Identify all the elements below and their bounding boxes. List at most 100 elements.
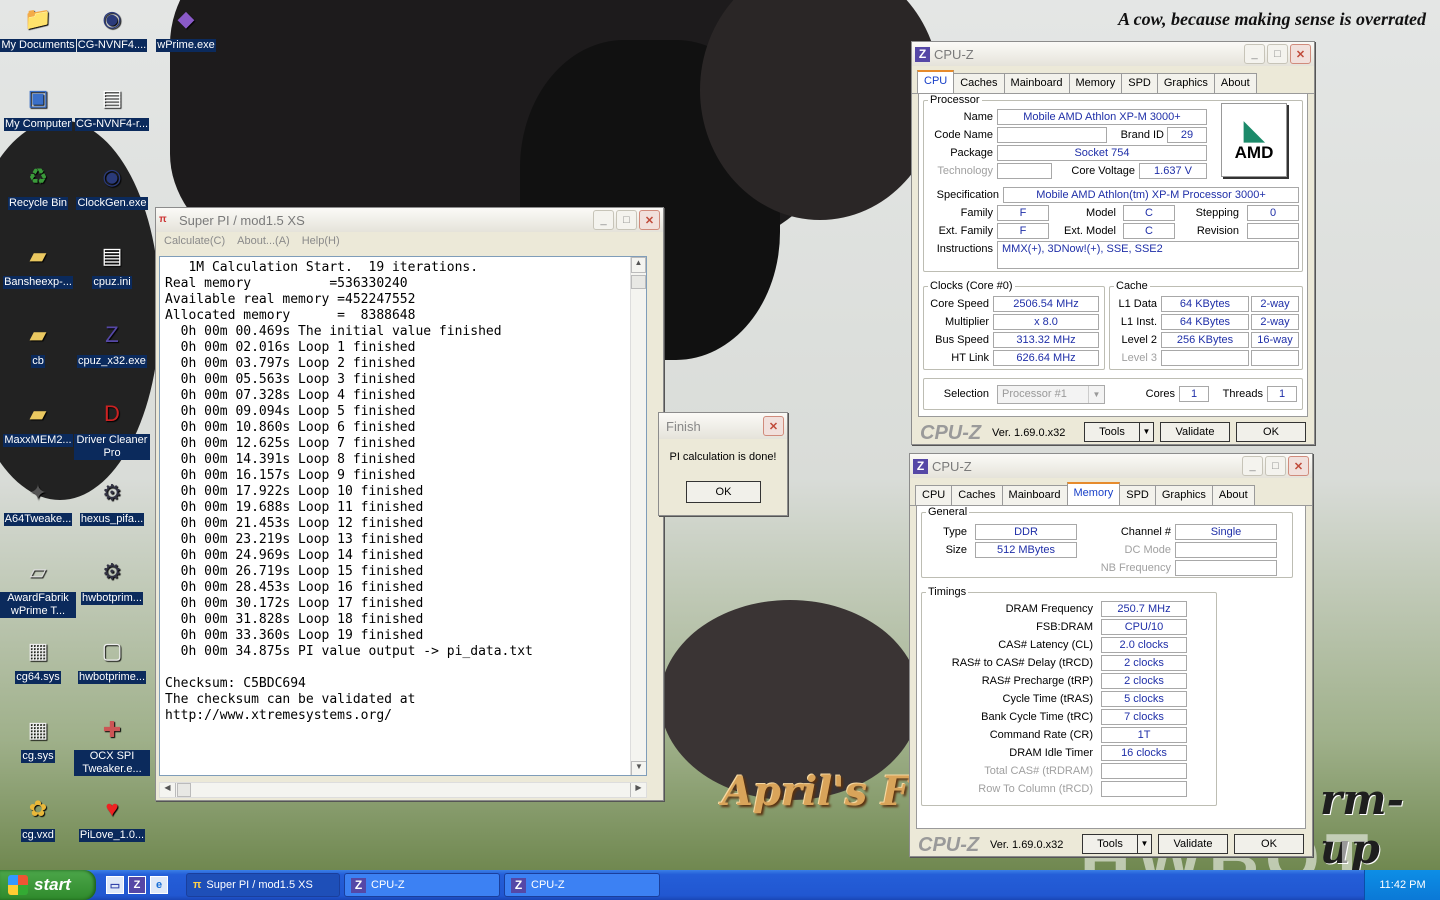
cpuz-cpu-titlebar[interactable]: Z CPU-Z _ □ ✕ [912, 42, 1314, 66]
ie-icon[interactable]: e [150, 876, 168, 894]
desktop-icon[interactable]: ✦ A64Tweake... [0, 476, 76, 526]
task-superpi[interactable]: π Super PI / mod1.5 XS [186, 873, 340, 897]
desktop-icon[interactable]: ▰ MaxxMEM2... [0, 397, 76, 447]
validate-button[interactable]: Validate [1160, 422, 1230, 442]
tab-mainboard[interactable]: Mainboard [1001, 485, 1068, 505]
clockgen-icon: ◉ [102, 6, 122, 31]
scroll-left-icon[interactable]: ◀ [160, 783, 176, 797]
tab-graphics[interactable]: Graphics [1156, 73, 1215, 93]
desktop-icon[interactable]: ◉ ClockGen.exe [74, 160, 150, 210]
tools-button[interactable]: Tools ▼ [1084, 422, 1154, 442]
cpuz-memory-window[interactable]: Z CPU-Z _ □ ✕ CPU Caches Mainboard Memor… [909, 453, 1313, 857]
desktop-icon[interactable]: 📁 My Documents [0, 2, 76, 52]
minimize-button[interactable]: _ [593, 210, 614, 230]
minimize-button[interactable]: _ [1244, 44, 1265, 64]
chevron-down-icon[interactable]: ▼ [1088, 386, 1104, 403]
processor-select[interactable]: Processor #1 ▼ [997, 385, 1105, 404]
menu-help[interactable]: Help(H) [302, 235, 340, 247]
tools-button[interactable]: Tools ▼ [1082, 834, 1152, 854]
chevron-down-icon[interactable]: ▼ [1139, 423, 1153, 441]
desktop-icon[interactable]: ⚙ hwbotprim... [74, 555, 150, 605]
tab-memory[interactable]: Memory [1066, 482, 1121, 505]
windows-flag-icon [8, 875, 28, 895]
maximize-button[interactable]: □ [1265, 456, 1286, 476]
desktop-icon[interactable]: D Driver Cleaner Pro [74, 397, 150, 460]
close-button[interactable]: ✕ [639, 210, 660, 230]
minimize-button[interactable]: _ [1242, 456, 1263, 476]
amd-logo-text: AMD [1234, 143, 1274, 162]
clock[interactable]: 11:42 PM [1379, 879, 1425, 891]
close-button[interactable]: ✕ [1290, 44, 1311, 64]
menu-calculate[interactable]: Calculate(C) [164, 235, 225, 247]
scroll-thumb[interactable] [631, 275, 646, 289]
corespeed-label: Core Speed [930, 298, 989, 310]
tab-memory[interactable]: Memory [1068, 73, 1123, 93]
tab-caches[interactable]: Caches [953, 73, 1005, 93]
maximize-button[interactable]: □ [1267, 44, 1288, 64]
tab-mainboard[interactable]: Mainboard [1003, 73, 1070, 93]
desktop-icon[interactable]: ▦ cg.sys [0, 713, 76, 763]
tab-spd[interactable]: SPD [1121, 73, 1158, 93]
tab-about[interactable]: About [1213, 73, 1257, 93]
cpuz-mem-titlebar[interactable]: Z CPU-Z _ □ ✕ [910, 454, 1312, 478]
finish-dialog[interactable]: Finish ✕ PI calculation is done! OK [658, 412, 788, 516]
cpuz-icon[interactable]: Z [128, 876, 146, 894]
tab-cpu[interactable]: CPU [915, 485, 953, 505]
desktop-icon[interactable]: ◆ wPrime.exe [148, 2, 224, 52]
chevron-down-icon[interactable]: ▼ [1137, 835, 1151, 853]
l1i-value: 64 KBytes [1161, 314, 1249, 330]
superpi-window[interactable]: π Super PI / mod1.5 XS _ □ ✕ Calculate(C… [155, 207, 664, 801]
tab-caches[interactable]: Caches [951, 485, 1003, 505]
horizontal-scrollbar[interactable]: ◀ ▶ [159, 782, 647, 798]
desktop-icon[interactable]: ▢ hwbotprime... [74, 634, 150, 684]
desktop-icon[interactable]: Zcpuz_x32.exe [74, 318, 150, 368]
desktop-icon-label: A64Tweake... [3, 513, 73, 526]
desktop-icon-label: CG-NVNF4-r... [74, 118, 150, 131]
desktop-icon[interactable]: ▰ Bansheexp-... [0, 239, 76, 289]
timing-label: RAS# Precharge (tRP) [981, 675, 1093, 687]
cpuz-mem-panel: General Type DDR Size 512 MBytes Channel… [916, 506, 1306, 829]
cpuz-cpu-window[interactable]: Z CPU-Z _ □ ✕ CPU Caches Mainboard Memor… [911, 41, 1315, 445]
maximize-button[interactable]: □ [616, 210, 637, 230]
desktop-icon[interactable]: ✚ OCX SPI Tweaker.e... [74, 713, 150, 776]
menu-about[interactable]: About...(A) [237, 235, 290, 247]
desktop-icon[interactable]: ✿ cg.vxd [0, 792, 76, 842]
desktop-icon[interactable]: ▱ AwardFabrik wPrime T... [0, 555, 76, 618]
text-file-icon: ▤ [101, 85, 123, 110]
show-desktop-icon[interactable]: ▭ [106, 876, 124, 894]
desktop-icon[interactable]: ♥ PiLove_1.0... [74, 792, 150, 842]
hscroll-thumb[interactable] [177, 783, 191, 797]
desktop-icon[interactable]: ⚙ hexus_pifa... [74, 476, 150, 526]
desktop-icon[interactable]: ▦ cg64.sys [0, 634, 76, 684]
task-cpuz-2[interactable]: Z CPU-Z [504, 873, 660, 897]
tab-spd[interactable]: SPD [1119, 485, 1156, 505]
task-cpuz-1[interactable]: Z CPU-Z [344, 873, 500, 897]
ok-button[interactable]: OK [1234, 834, 1304, 854]
task-label: CPU-Z [371, 879, 405, 891]
finish-message: PI calculation is done! [669, 451, 777, 463]
tab-cpu[interactable]: CPU [917, 70, 955, 93]
superpi-titlebar[interactable]: π Super PI / mod1.5 XS _ □ ✕ [156, 208, 663, 232]
finish-titlebar[interactable]: Finish ✕ [659, 413, 787, 439]
vertical-scrollbar[interactable]: ▲ ▼ [630, 257, 646, 775]
scroll-right-icon[interactable]: ▶ [630, 783, 646, 797]
desktop-icon[interactable]: ▣ My Computer [0, 81, 76, 131]
desktop-icon[interactable]: ▤ CG-NVNF4-r... [74, 81, 150, 131]
desktop-icon[interactable]: ◉ CG-NVNF4.... [74, 2, 150, 52]
tab-about[interactable]: About [1211, 485, 1255, 505]
quick-launch: ▭ Z e [106, 876, 168, 894]
start-button[interactable]: start [0, 870, 96, 900]
desktop-icon[interactable]: ▰ cb [0, 318, 76, 368]
ok-button[interactable]: OK [1236, 422, 1306, 442]
tab-graphics[interactable]: Graphics [1154, 485, 1213, 505]
scroll-down-icon[interactable]: ▼ [631, 761, 646, 775]
timing-value: 16 clocks [1101, 745, 1187, 761]
validate-button[interactable]: Validate [1158, 834, 1228, 854]
close-button[interactable]: ✕ [1288, 456, 1309, 476]
desktop-icon[interactable]: ♻ Recycle Bin [0, 160, 76, 210]
finish-close-button[interactable]: ✕ [763, 416, 784, 436]
finish-ok-button[interactable]: OK [686, 481, 761, 503]
desktop-icon[interactable]: ▤ cpuz.ini [74, 239, 150, 289]
finish-title: Finish [666, 418, 701, 434]
scroll-up-icon[interactable]: ▲ [631, 257, 646, 273]
